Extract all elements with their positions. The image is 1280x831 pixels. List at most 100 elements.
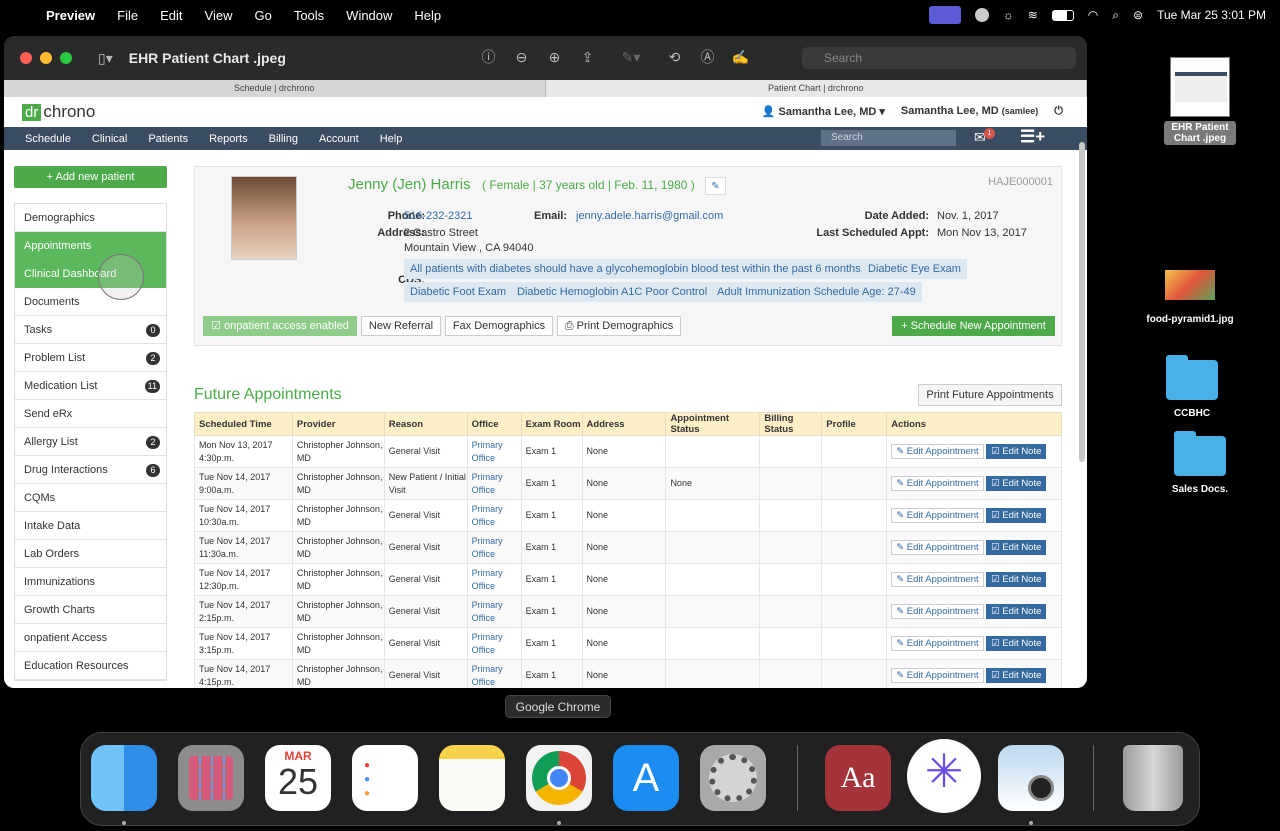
nav-schedule[interactable]: Schedule [25, 133, 71, 145]
cell-office[interactable]: Primary Office [466, 659, 522, 688]
annotate-icon[interactable]: Ⓐ [698, 48, 717, 67]
trash-icon[interactable] [1123, 745, 1183, 811]
phone-value[interactable]: 516-232-2321 [404, 210, 473, 222]
column-header[interactable]: Appointment Status [665, 412, 761, 436]
edit-note-button[interactable]: ☑ Edit Note [986, 444, 1047, 459]
nav-help[interactable]: Help [380, 133, 403, 145]
column-header[interactable]: Exam Room [520, 412, 583, 436]
sidebar-item-problem-list[interactable]: Problem List 2 [15, 344, 166, 372]
menu-view[interactable]: View [205, 8, 233, 23]
nav-clinical[interactable]: Clinical [92, 133, 127, 145]
column-header[interactable]: Profile [821, 412, 888, 436]
dictionary-icon[interactable]: Aa [825, 745, 891, 811]
print-future-appointments-button[interactable]: Print Future Appointments [918, 384, 1062, 406]
edit-note-button[interactable]: ☑ Edit Note [986, 668, 1047, 683]
edit-note-button[interactable]: ☑ Edit Note [986, 540, 1047, 555]
menu-tools[interactable]: Tools [294, 8, 324, 23]
control-center-icon[interactable]: ⊜ [1133, 8, 1143, 22]
print-demographics-button[interactable]: ⎙ Print Demographics [557, 316, 681, 336]
menu-help[interactable]: Help [414, 8, 441, 23]
menu-go[interactable]: Go [254, 8, 271, 23]
cds-adult-immunization[interactable]: Adult Immunization Schedule Age: 27-49 [711, 282, 922, 302]
nav-patients[interactable]: Patients [148, 133, 188, 145]
nav-reports[interactable]: Reports [209, 133, 248, 145]
cell-office[interactable]: Primary Office [466, 467, 522, 500]
onpatient-access-button[interactable]: ☑ onpatient access enabled [203, 316, 357, 336]
brightness-icon[interactable]: ☼ [1003, 8, 1014, 22]
sidebar-item-documents[interactable]: Documents [15, 288, 166, 316]
layers-icon[interactable]: ≋ [1028, 8, 1038, 22]
schedule-appointment-button[interactable]: + Schedule New Appointment [892, 316, 1055, 336]
sidebar-item-send-erx[interactable]: Send eRx [15, 400, 166, 428]
close-window-button[interactable] [20, 52, 32, 64]
app-store-icon[interactable]: A [613, 745, 679, 811]
sidebar-item-immunizations[interactable]: Immunizations [15, 568, 166, 596]
cds-diabetic-eye-exam[interactable]: Diabetic Eye Exam [862, 259, 967, 279]
column-header[interactable]: Actions [886, 412, 1062, 436]
screen-share-icon[interactable] [928, 6, 961, 24]
window-search-input[interactable]: Search [802, 47, 1076, 69]
signature-icon[interactable]: ✍ [731, 48, 750, 67]
column-header[interactable]: Reason [383, 412, 468, 436]
record-icon[interactable] [974, 8, 989, 22]
edit-appointment-button[interactable]: ✎ Edit Appointment [891, 508, 984, 523]
calendar-icon[interactable]: MAR 25 [265, 745, 331, 811]
rotate-icon[interactable]: ⟲ [665, 48, 684, 67]
zoom-out-icon[interactable]: ⊖ [512, 48, 531, 67]
sidebar-item-cqms[interactable]: CQMs [15, 484, 166, 512]
new-referral-button[interactable]: New Referral [361, 316, 441, 336]
fax-demographics-button[interactable]: Fax Demographics [445, 316, 553, 336]
cell-office[interactable]: Primary Office [466, 627, 522, 660]
email-value[interactable]: jenny.adele.harris@gmail.com [576, 210, 723, 222]
cell-office[interactable]: Primary Office [466, 499, 522, 532]
cell-office[interactable]: Primary Office [466, 563, 522, 596]
document-scrollbar[interactable] [1079, 142, 1085, 462]
edit-note-button[interactable]: ☑ Edit Note [986, 604, 1047, 619]
info-icon[interactable]: ⓘ [479, 48, 498, 67]
spotlight-icon[interactable]: ⌕ [1112, 8, 1119, 23]
edit-appointment-button[interactable]: ✎ Edit Appointment [891, 668, 984, 683]
user-menu[interactable]: 👤 Samantha Lee, MD ▾ [762, 105, 885, 118]
cell-office[interactable]: Primary Office [466, 595, 522, 628]
app-search-input[interactable]: Search [821, 130, 956, 146]
tab-schedule[interactable]: Schedule | drchrono [4, 80, 546, 97]
menu-edit[interactable]: Edit [160, 8, 182, 23]
cell-office[interactable]: Primary Office [466, 531, 522, 564]
desktop-file-ehr[interactable]: EHR Patient Chart .jpeg [1164, 57, 1236, 145]
tab-patient-chart[interactable]: Patient Chart | drchrono [545, 80, 1087, 97]
column-header[interactable]: Scheduled Time [194, 412, 293, 436]
clock[interactable]: Tue Mar 25 3:01 PM [1157, 8, 1266, 22]
finder-icon[interactable] [91, 745, 157, 811]
power-icon[interactable]: ⏻ [1054, 105, 1063, 118]
sidebar-item-tasks[interactable]: Tasks 0 [15, 316, 166, 344]
markup-icon[interactable]: ✎▾ [611, 48, 651, 67]
reminders-icon[interactable]: ● ● ● [352, 745, 418, 811]
edit-appointment-button[interactable]: ✎ Edit Appointment [891, 636, 984, 651]
zoom-in-icon[interactable]: ⊕ [545, 48, 564, 67]
sidebar-item-appointments[interactable]: Appointments [15, 232, 166, 260]
notes-icon[interactable] [439, 745, 505, 811]
edit-appointment-button[interactable]: ✎ Edit Appointment [891, 604, 984, 619]
nav-billing[interactable]: Billing [269, 133, 298, 145]
edit-note-button[interactable]: ☑ Edit Note [986, 508, 1047, 523]
system-settings-icon[interactable] [700, 745, 766, 811]
sidebar-item-medication-list[interactable]: Medication List 11 [15, 372, 166, 400]
edit-patient-icon[interactable]: ✎ [705, 177, 726, 195]
desktop-folder-sales-docs[interactable]: Sales Docs. [1158, 431, 1242, 495]
edit-appointment-button[interactable]: ✎ Edit Appointment [891, 540, 984, 555]
sidebar-item-growth-charts[interactable]: Growth Charts [15, 596, 166, 624]
wifi-icon[interactable]: ◠ [1088, 8, 1098, 22]
perplexity-icon[interactable]: ✳ [907, 739, 981, 813]
add-new-patient-button[interactable]: + Add new patient [14, 166, 167, 188]
cds-glycohemoglobin[interactable]: All patients with diabetes should have a… [404, 259, 870, 279]
preview-icon[interactable] [998, 745, 1064, 811]
cds-diabetic-foot-exam[interactable]: Diabetic Foot Exam [404, 282, 512, 302]
sidebar-item-demographics[interactable]: Demographics [15, 204, 166, 232]
cell-office[interactable]: Primary Office [466, 435, 522, 468]
desktop-folder-ccbhc[interactable]: CCBHC [1150, 355, 1234, 419]
menu-file[interactable]: File [117, 8, 138, 23]
minimize-window-button[interactable] [40, 52, 52, 64]
sidebar-item-intake-data[interactable]: Intake Data [15, 512, 166, 540]
column-header[interactable]: Provider [291, 412, 385, 436]
sidebar-item-allergy-list[interactable]: Allergy List 2 [15, 428, 166, 456]
